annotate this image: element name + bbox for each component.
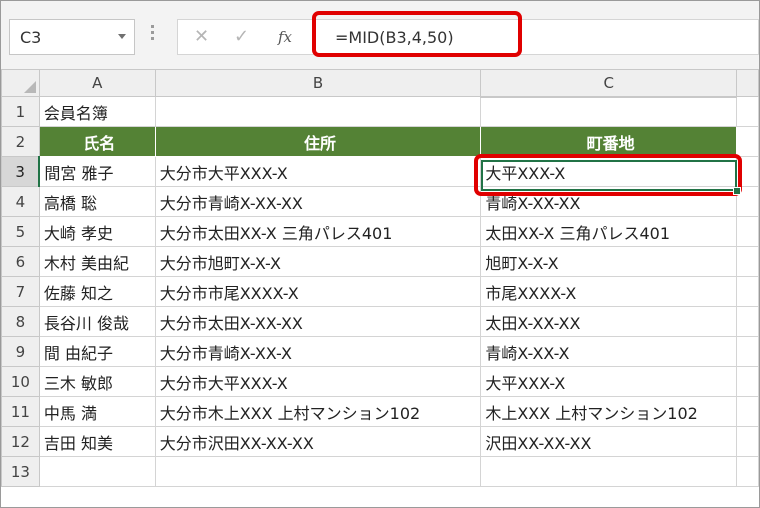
chevron-down-icon[interactable] bbox=[118, 34, 126, 39]
select-all-triangle-icon bbox=[23, 81, 36, 93]
cell-d10[interactable] bbox=[736, 366, 759, 397]
cell-d12[interactable] bbox=[736, 426, 759, 457]
row-header[interactable]: 9 bbox=[1, 336, 40, 367]
cell-a9[interactable]: 間 由紀子 bbox=[38, 336, 156, 367]
cell-d7[interactable] bbox=[736, 276, 759, 307]
cell-c12[interactable]: 沢田XX-XX-XX bbox=[480, 426, 738, 457]
cell-b1[interactable] bbox=[154, 96, 482, 127]
row-header[interactable]: 12 bbox=[1, 426, 40, 457]
sheet-table: A B C 1 会員名簿 2 氏名 住所 町番地 3 間宮 雅子 大分市大平XXX-X 大平XXX-X 4… bbox=[1, 69, 759, 487]
cell-b4[interactable]: 大分市青崎X-XX-XX bbox=[154, 186, 482, 217]
cell-a13[interactable] bbox=[38, 456, 156, 487]
cell-c13[interactable] bbox=[480, 456, 738, 487]
cell-c7[interactable]: 市尾XXXX-X bbox=[480, 276, 738, 307]
name-box-value: C3 bbox=[20, 28, 42, 47]
column-header-a[interactable]: A bbox=[38, 69, 156, 97]
cell-a6[interactable]: 木村 美由紀 bbox=[38, 246, 156, 277]
cell-a1[interactable]: 会員名簿 bbox=[38, 96, 156, 127]
cell-b2[interactable]: 住所 bbox=[154, 126, 482, 157]
cell-d1[interactable] bbox=[736, 96, 759, 127]
cell-a5[interactable]: 大崎 孝史 bbox=[38, 216, 156, 247]
row-header[interactable]: 1 bbox=[1, 96, 40, 127]
cell-b11[interactable]: 大分市木上XXX 上村マンション102 bbox=[154, 396, 482, 427]
cell-a10[interactable]: 三木 敏郎 bbox=[38, 366, 156, 397]
cell-a8[interactable]: 長谷川 俊哉 bbox=[38, 306, 156, 337]
excel-window: C3 ✕ ✓ fx =MID(B3,4,50) A B C 1 会員名簿 2 氏名 住所 町番地… bbox=[0, 0, 760, 508]
enter-check-icon[interactable]: ✓ bbox=[234, 26, 249, 48]
table-row: 11 中馬 満大分市木上XXX 上村マンション102 木上XXX 上村マンション10… bbox=[1, 396, 759, 427]
row-header[interactable]: 3 bbox=[1, 156, 41, 187]
column-header-c[interactable]: C bbox=[480, 69, 738, 98]
cell-c5[interactable]: 太田XX-X 三角パレス401 bbox=[480, 216, 738, 247]
row-header[interactable]: 13 bbox=[1, 456, 40, 487]
cell-b3[interactable]: 大分市大平XXX-X bbox=[154, 156, 482, 187]
row-header[interactable]: 2 bbox=[1, 126, 40, 157]
column-header-d[interactable] bbox=[736, 69, 759, 97]
table-row: 2 氏名 住所 町番地 bbox=[1, 126, 759, 157]
row-header[interactable]: 7 bbox=[1, 276, 40, 307]
grip-dots-icon bbox=[151, 25, 154, 47]
cell-b13[interactable] bbox=[154, 456, 482, 487]
row-header[interactable]: 11 bbox=[1, 396, 40, 427]
cell-c9[interactable]: 青崎X-XX-X bbox=[480, 336, 738, 367]
table-row: 1 会員名簿 bbox=[1, 96, 759, 127]
formula-bar-area: C3 ✕ ✓ fx =MID(B3,4,50) bbox=[1, 1, 759, 69]
table-row: 6 木村 美由紀 大分市旭町X-X-X 旭町X-X-X bbox=[1, 246, 759, 277]
fill-handle[interactable] bbox=[733, 187, 741, 195]
cell-a7[interactable]: 佐藤 知之 bbox=[38, 276, 156, 307]
cell-b6[interactable]: 大分市旭町X-X-X bbox=[154, 246, 482, 277]
cell-d5[interactable] bbox=[736, 216, 759, 247]
cancel-icon[interactable]: ✕ bbox=[194, 26, 209, 48]
cell-b10[interactable]: 大分市大平XXX-X bbox=[154, 366, 482, 397]
row-header[interactable]: 4 bbox=[1, 186, 40, 217]
cell-a2[interactable]: 氏名 bbox=[38, 126, 156, 157]
cell-b7[interactable]: 大分市市尾XXXX-X bbox=[154, 276, 482, 307]
row-header[interactable]: 8 bbox=[1, 306, 40, 337]
cell-b8[interactable]: 大分市太田X-XX-XX bbox=[154, 306, 482, 337]
column-header-b[interactable]: B bbox=[154, 69, 482, 97]
active-cell-border bbox=[481, 160, 737, 191]
row-header[interactable]: 10 bbox=[1, 366, 40, 397]
cell-b5[interactable]: 大分市太田XX-X 三角パレス401 bbox=[154, 216, 482, 247]
cell-a3[interactable]: 間宮 雅子 bbox=[38, 156, 156, 187]
spreadsheet-grid: A B C 1 会員名簿 2 氏名 住所 町番地 3 間宮 雅子 大分市大平XXX-X 大平XXX-X 4… bbox=[1, 69, 759, 487]
cell-c1[interactable] bbox=[480, 96, 738, 127]
cell-a12[interactable]: 吉田 知美 bbox=[38, 426, 156, 457]
table-row: 13 bbox=[1, 456, 759, 487]
cell-d8[interactable] bbox=[736, 306, 759, 337]
cell-c2[interactable]: 町番地 bbox=[480, 126, 738, 157]
cell-c10[interactable]: 大平XXX-X bbox=[480, 366, 738, 397]
cell-b12[interactable]: 大分市沢田XX-XX-XX bbox=[154, 426, 482, 457]
cell-d2[interactable] bbox=[736, 126, 759, 157]
cell-d11[interactable] bbox=[736, 396, 759, 427]
table-row: 12 吉田 知美 大分市沢田XX-XX-XX 沢田XX-XX-XX bbox=[1, 426, 759, 457]
cell-a4[interactable]: 高橋 聡 bbox=[38, 186, 156, 217]
table-row: 7 佐藤 知之 大分市市尾XXXX-X 市尾XXXX-X bbox=[1, 276, 759, 307]
cell-b9[interactable]: 大分市青崎X-XX-X bbox=[154, 336, 482, 367]
cell-d6[interactable] bbox=[736, 246, 759, 277]
table-row: 8 長谷川 俊哉 大分市太田X-XX-XX 太田X-XX-XX bbox=[1, 306, 759, 337]
row-header[interactable]: 6 bbox=[1, 246, 40, 277]
formula-highlight-box bbox=[312, 11, 522, 57]
formula-buttons: ✕ ✓ fx bbox=[177, 19, 315, 55]
insert-function-icon[interactable]: fx bbox=[278, 26, 292, 48]
cell-d9[interactable] bbox=[736, 336, 759, 367]
select-all-corner[interactable] bbox=[1, 69, 40, 97]
table-row: 5 大崎 孝史 大分市太田XX-X 三角パレス401 太田XX-X 三角パレス401 bbox=[1, 216, 759, 247]
name-box[interactable]: C3 bbox=[9, 19, 135, 55]
cell-c8[interactable]: 太田X-XX-XX bbox=[480, 306, 738, 337]
row-header[interactable]: 5 bbox=[1, 216, 40, 247]
cell-d13[interactable] bbox=[736, 456, 759, 487]
cell-c6[interactable]: 旭町X-X-X bbox=[480, 246, 738, 277]
table-row: 10 三木 敏郎 大分市大平XXX-X 大平XXX-X bbox=[1, 366, 759, 397]
table-row: 9間 由紀子 大分市青崎X-XX-X 青崎X-XX-X bbox=[1, 336, 759, 367]
cell-c11[interactable]: 木上XXX 上村マンション102 bbox=[480, 396, 738, 427]
cell-a11[interactable]: 中馬 満 bbox=[38, 396, 156, 427]
